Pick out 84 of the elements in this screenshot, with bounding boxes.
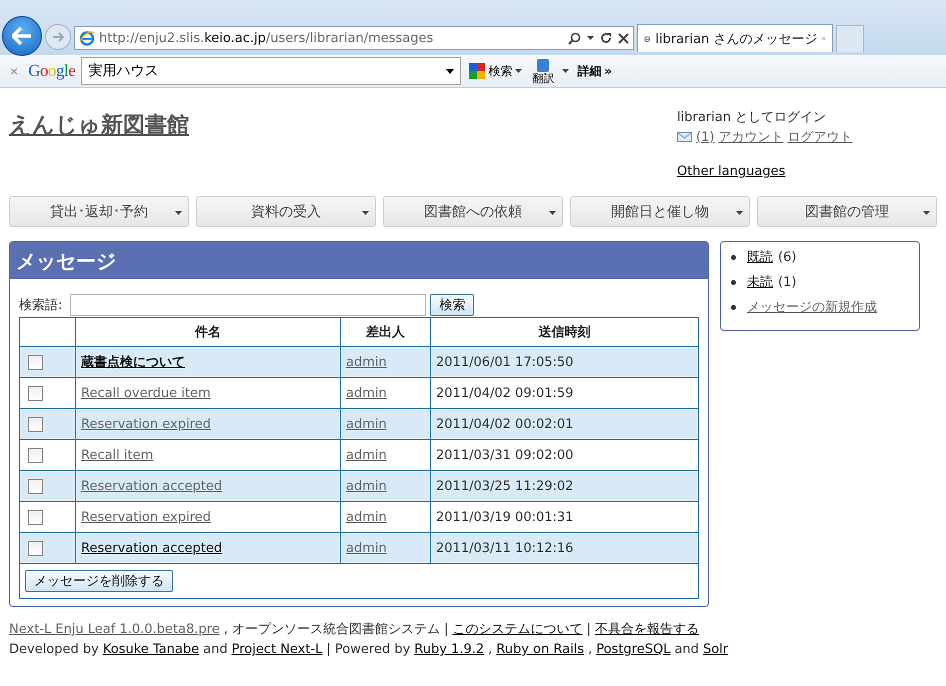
link[interactable]: アカウント <box>718 128 784 146</box>
caret-icon <box>175 211 182 215</box>
panel-title: メッセージ <box>10 242 708 279</box>
search-field[interactable]: 実用ハウス <box>81 57 462 85</box>
search-field[interactable] <box>70 294 426 316</box>
message-link[interactable]: Recall item <box>81 448 154 462</box>
footer-link[interactable]: Next-L Enju Leaf 1.0.0.beta8.pre <box>9 620 220 640</box>
menu-button[interactable]: 図書館への依頼 <box>383 196 563 227</box>
link[interactable]: ログアウト <box>787 128 852 146</box>
sidebar-link[interactable]: 未読 <box>747 273 773 291</box>
checkbox[interactable] <box>28 510 43 524</box>
caret-icon <box>736 211 743 215</box>
bullet-icon <box>731 280 736 284</box>
footer-link[interactable]: Ruby 1.9.2 <box>414 640 484 660</box>
link[interactable]: (1) <box>696 130 714 144</box>
search-button[interactable]: 検索 <box>467 62 524 80</box>
browser-tab[interactable]: librarian さんのメッセージ <box>637 24 833 52</box>
checkbox[interactable] <box>28 416 43 432</box>
checkbox[interactable] <box>28 540 43 556</box>
search-label: 検索語: <box>19 297 62 314</box>
site-title[interactable]: えんじゅ新図書館 <box>9 110 189 188</box>
address-bar[interactable]: http://enju2.slis.keio.ac.jp/users/librarian/messages <box>74 26 634 50</box>
close-icon[interactable] <box>618 32 629 44</box>
sidebar-link[interactable]: メッセージの新規作成 <box>747 298 877 316</box>
footer-link[interactable]: 不具合を報告する <box>594 620 699 640</box>
footer-text: | <box>586 621 591 639</box>
table-cell: 2011/03/11 10:12:16 <box>430 532 698 564</box>
search-button[interactable]: 検索 <box>430 294 474 316</box>
footer-text: , <box>588 641 592 659</box>
table-cell: 2011/03/25 11:29:02 <box>430 470 698 502</box>
caret-icon <box>923 211 930 215</box>
footer-link[interactable]: PostgreSQL <box>596 640 670 660</box>
count: (6) <box>778 250 796 264</box>
footer-text: , <box>488 641 492 659</box>
squares-icon <box>469 63 486 79</box>
table-cell: 2011/04/02 00:02:01 <box>430 408 698 440</box>
browser-icon <box>79 30 95 46</box>
forward-arrow-icon <box>52 32 64 42</box>
refresh-icon[interactable] <box>600 32 612 44</box>
delete-button[interactable]: メッセージを削除する <box>25 570 173 592</box>
message-link[interactable]: 蔵書点検について <box>81 355 185 370</box>
mail-icon <box>677 132 692 142</box>
checkbox[interactable] <box>28 478 43 494</box>
login-status: librarian としてログイン <box>677 109 828 126</box>
dropdown-icon <box>446 68 454 74</box>
footer-text: Developed by <box>9 641 99 659</box>
more-button[interactable]: 詳細 » <box>575 62 614 80</box>
footer-link[interactable]: Kosuke Tanabe <box>102 640 200 660</box>
google-logo: Google <box>28 61 76 81</box>
bullet-icon <box>731 304 736 310</box>
column-header: 件名 <box>76 318 340 346</box>
caret-icon <box>362 211 369 215</box>
column-header: 送信時刻 <box>430 318 698 346</box>
table-cell: 2011/06/01 17:05:50 <box>430 346 698 378</box>
footer-link[interactable]: Project Next-L <box>232 640 322 660</box>
forward-button[interactable] <box>45 24 71 50</box>
checkbox[interactable] <box>28 386 43 400</box>
menu-button[interactable]: 資料の受入 <box>196 196 376 227</box>
menu-button[interactable]: 開館日と催し物 <box>570 196 750 227</box>
caret-icon <box>562 69 570 73</box>
bullet-icon <box>731 254 736 260</box>
caret-icon <box>587 36 594 40</box>
menu-button[interactable]: 貸出･返却･予約 <box>9 196 189 227</box>
count: (1) <box>778 274 796 290</box>
checkbox[interactable] <box>28 354 43 370</box>
footer-text: and <box>674 641 699 659</box>
footer-link[interactable]: このシステムについて <box>452 620 582 640</box>
sidebar-link[interactable]: 既読 <box>747 248 773 266</box>
footer-link[interactable]: Ruby on Rails <box>496 640 584 660</box>
search-icon[interactable] <box>568 32 581 44</box>
url-text: http://enju2.slis.keio.ac.jp/users/librarian/messages <box>99 30 434 46</box>
link[interactable]: Other languages <box>677 164 937 179</box>
footer-text: and <box>203 641 228 659</box>
footer-link[interactable]: Solr <box>702 640 728 660</box>
translate-icon <box>535 58 552 72</box>
caret-icon <box>549 211 556 215</box>
menu-button[interactable]: 図書館の管理 <box>757 196 937 227</box>
back-button[interactable] <box>2 16 42 56</box>
caret-icon <box>515 69 522 73</box>
footer-text: | Powered by <box>326 641 410 659</box>
translate-button[interactable]: 翻訳 <box>530 58 556 84</box>
footer-text: , オープンソース統合図書館システム | <box>224 621 448 639</box>
back-arrow-icon <box>12 27 32 45</box>
checkbox[interactable] <box>28 448 43 462</box>
